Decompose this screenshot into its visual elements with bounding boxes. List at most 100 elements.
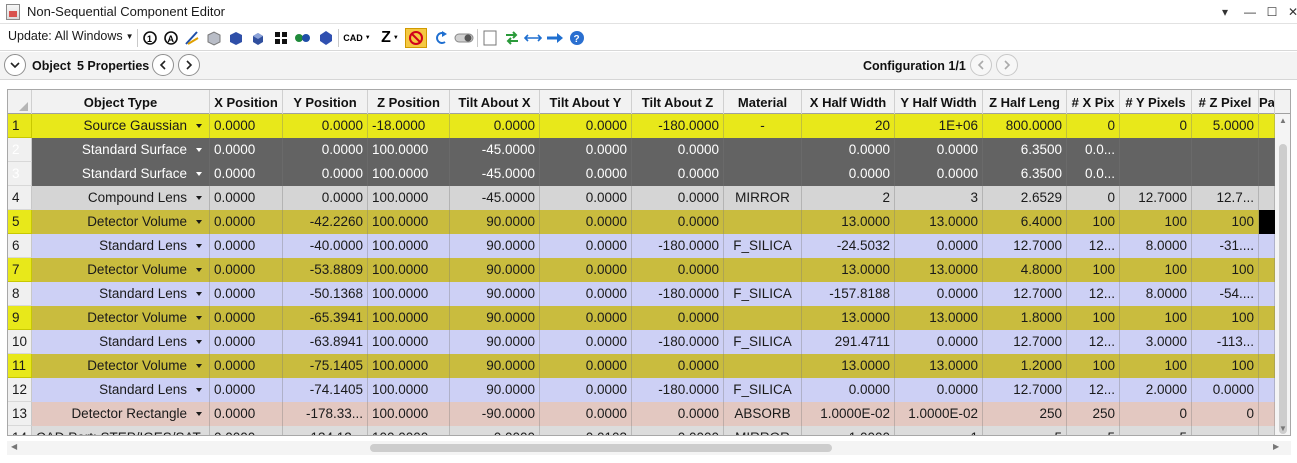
chevron-down-icon[interactable] bbox=[196, 220, 202, 224]
grid-cell[interactable] bbox=[724, 306, 802, 330]
grid-cell[interactable]: 0.0000 bbox=[540, 282, 632, 306]
table-row[interactable]: 9 Detector Volume 0.0000 -65.3941 100.0000 90… bbox=[8, 306, 1275, 330]
row-number[interactable]: 4 bbox=[8, 186, 32, 210]
grid-cell[interactable]: 0.0000 bbox=[632, 402, 724, 426]
column-header[interactable]: X Position bbox=[210, 90, 283, 114]
grid-cell[interactable]: 0.0000 bbox=[632, 162, 724, 186]
grid-cell[interactable]: 0.0000 bbox=[802, 378, 895, 402]
grid-cell[interactable]: -50.1368 bbox=[283, 282, 368, 306]
grid-cell[interactable]: F_SILICA bbox=[724, 234, 802, 258]
grid-cell[interactable]: 4.8000 bbox=[983, 258, 1067, 282]
chevron-down-icon[interactable] bbox=[196, 412, 202, 416]
vertical-scrollbar[interactable]: ▲ ▼ bbox=[1275, 114, 1290, 435]
chevron-down-icon[interactable] bbox=[196, 388, 202, 392]
grid-cell[interactable]: 12.7000 bbox=[983, 378, 1067, 402]
scroll-thumb[interactable] bbox=[370, 444, 832, 452]
grid-cell[interactable]: 13.0000 bbox=[895, 306, 983, 330]
grid-cell[interactable]: -180.0000 bbox=[632, 378, 724, 402]
grid-cell[interactable]: ABSORB bbox=[724, 402, 802, 426]
ellipses-icon[interactable] bbox=[294, 29, 312, 47]
grid-cell[interactable]: 100.0000 bbox=[368, 282, 450, 306]
grid-cell[interactable]: 100.0000 bbox=[368, 162, 450, 186]
column-header[interactable]: X Half Width bbox=[802, 90, 895, 114]
grid-cell[interactable]: -45.0000 bbox=[450, 162, 540, 186]
grid-cell[interactable]: 0.0000 bbox=[540, 186, 632, 210]
grid-cell[interactable]: 90.0000 bbox=[450, 378, 540, 402]
grid-cell[interactable]: 0.0000 bbox=[210, 234, 283, 258]
grid-cell[interactable]: 0.0000 bbox=[895, 234, 983, 258]
ignore-object-icon[interactable] bbox=[405, 28, 427, 48]
grid-cell[interactable]: F_SILICA bbox=[724, 378, 802, 402]
grid-cell[interactable]: 90.0000 bbox=[450, 234, 540, 258]
grid-cell[interactable]: 0 bbox=[1120, 402, 1192, 426]
grid-cell[interactable]: 0.0000 bbox=[540, 234, 632, 258]
grid-cell[interactable]: 100 bbox=[1067, 258, 1120, 282]
grid-cell[interactable]: 12... bbox=[1067, 282, 1120, 306]
object-type-cell[interactable]: Detector Rectangle bbox=[32, 402, 210, 426]
table-row[interactable]: 3 Standard Surface 0.0000 0.0000 100.0000 -45… bbox=[8, 162, 1275, 186]
grid-cell[interactable]: 0.0000 bbox=[895, 330, 983, 354]
grid-cell[interactable]: 0.0000 bbox=[283, 162, 368, 186]
grid-cell[interactable]: 0.0000 bbox=[210, 354, 283, 378]
chevron-down-icon[interactable] bbox=[196, 316, 202, 320]
object-type-cell[interactable]: Standard Lens bbox=[32, 234, 210, 258]
grid-cell[interactable]: 0.0000 bbox=[210, 210, 283, 234]
grid-cell[interactable]: 100 bbox=[1192, 210, 1259, 234]
column-header[interactable]: Tilt About Y bbox=[540, 90, 632, 114]
grid-cell[interactable] bbox=[724, 162, 802, 186]
horizontal-scrollbar[interactable]: ◀ ▶ bbox=[7, 441, 1291, 455]
grid-cell[interactable]: 0.0000 bbox=[802, 138, 895, 162]
table-row[interactable]: 6 Standard Lens 0.0000 -40.0000 100.0000 90.0… bbox=[8, 234, 1275, 258]
grid-cell[interactable]: 100.0000 bbox=[368, 306, 450, 330]
grid-cell[interactable]: 2 bbox=[802, 186, 895, 210]
grid-cell[interactable]: 291.4711 bbox=[802, 330, 895, 354]
row-number[interactable]: 8 bbox=[8, 282, 32, 306]
scroll-up-icon[interactable]: ▲ bbox=[1279, 116, 1287, 125]
grid-cell[interactable]: 0.0000 bbox=[632, 354, 724, 378]
grid-cell[interactable]: -74.1405 bbox=[283, 378, 368, 402]
grid-cell[interactable]: -178.33... bbox=[283, 402, 368, 426]
row-number[interactable]: 11 bbox=[8, 354, 32, 378]
grid-cell[interactable]: 0.0000 bbox=[540, 354, 632, 378]
column-header[interactable]: Pa bbox=[1259, 90, 1275, 114]
grid-cell[interactable]: 0.0000 bbox=[895, 162, 983, 186]
grid-cell[interactable]: 90.0000 bbox=[450, 210, 540, 234]
chevron-down-icon[interactable] bbox=[196, 244, 202, 248]
grid-cell[interactable]: 0.0000 bbox=[210, 378, 283, 402]
arrow-right-icon[interactable] bbox=[546, 29, 564, 47]
prev-object-button[interactable] bbox=[152, 54, 174, 76]
grid-cell[interactable] bbox=[1259, 354, 1275, 378]
column-header[interactable]: Z Half Leng bbox=[983, 90, 1067, 114]
grid-cell[interactable]: 0.0000 bbox=[632, 186, 724, 210]
grid-cell[interactable]: 0.0000 bbox=[895, 282, 983, 306]
grid-cell[interactable]: 0.0000 bbox=[283, 186, 368, 210]
update-all-icon[interactable]: A bbox=[162, 29, 180, 47]
grid-cell[interactable]: 0.0000 bbox=[632, 306, 724, 330]
table-row[interactable]: 4 Compound Lens 0.0000 0.0000 100.0000 -45.00… bbox=[8, 186, 1275, 210]
grid-cell[interactable]: 13.0000 bbox=[895, 258, 983, 282]
grid-cell[interactable]: 3.0000 bbox=[1120, 330, 1192, 354]
row-number[interactable]: 1 bbox=[8, 114, 32, 138]
chevron-down-icon[interactable] bbox=[196, 340, 202, 344]
grid-cell[interactable]: 0.0000 bbox=[283, 114, 368, 138]
grid-cell[interactable] bbox=[1259, 426, 1275, 435]
grid-cell[interactable]: 0.0000 bbox=[210, 162, 283, 186]
grid-cell[interactable]: -180.0000 bbox=[632, 234, 724, 258]
grid-cell[interactable]: 100 bbox=[1067, 210, 1120, 234]
grid-cell[interactable]: 13.0000 bbox=[895, 210, 983, 234]
chevron-down-icon[interactable] bbox=[196, 172, 202, 176]
table-row[interactable]: 2 Standard Surface 0.0000 0.0000 100.0000 -45… bbox=[8, 138, 1275, 162]
grid-cell[interactable]: 0.0000 bbox=[540, 210, 632, 234]
column-header[interactable]: Tilt About X bbox=[450, 90, 540, 114]
grid-cell[interactable]: -134.12... bbox=[283, 426, 368, 435]
grid-cell[interactable]: 0.0000 bbox=[540, 402, 632, 426]
grid-cell[interactable] bbox=[1259, 330, 1275, 354]
grid-cell[interactable]: 0.0000 bbox=[540, 162, 632, 186]
row-number[interactable]: 5 bbox=[8, 210, 32, 234]
grid-cell[interactable]: 90.0000 bbox=[450, 354, 540, 378]
next-object-button[interactable] bbox=[178, 54, 200, 76]
grid-cell[interactable]: 100.0000 bbox=[368, 186, 450, 210]
object-type-cell[interactable]: Standard Surface bbox=[32, 138, 210, 162]
table-row[interactable]: 10 Standard Lens 0.0000 -63.8941 100.0000 90.… bbox=[8, 330, 1275, 354]
object-type-cell[interactable]: Detector Volume bbox=[32, 258, 210, 282]
